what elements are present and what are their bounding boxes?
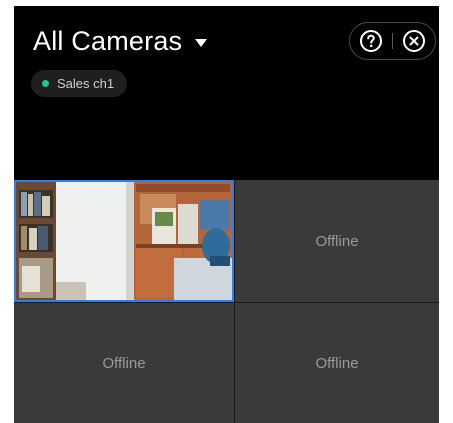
- page-title: All Cameras: [33, 26, 183, 56]
- camera-tile-4[interactable]: Offline: [235, 303, 439, 423]
- camera-group-dropdown[interactable]: All Cameras: [33, 26, 208, 57]
- channel-chip[interactable]: Sales ch1: [31, 70, 128, 97]
- help-circle-icon: [360, 30, 382, 52]
- help-button[interactable]: [358, 28, 384, 54]
- header-actions: [349, 22, 436, 60]
- caret-down-icon: [195, 38, 208, 47]
- divider: [392, 33, 393, 49]
- camera-grid: Offline Offline Offline: [14, 180, 439, 423]
- offline-label: Offline: [315, 232, 359, 250]
- close-button[interactable]: [401, 28, 427, 54]
- camera-tile-2[interactable]: Offline: [235, 180, 439, 302]
- online-status-dot: [42, 80, 49, 87]
- close-circle-icon: [403, 30, 425, 52]
- camera-tile-1[interactable]: [14, 180, 234, 302]
- header: All Cameras Sales ch1: [14, 6, 439, 180]
- camera-tile-3[interactable]: Offline: [14, 303, 234, 423]
- camera-live-feed: [16, 182, 232, 300]
- offline-label: Offline: [315, 354, 359, 372]
- camera-viewer: All Cameras Sales ch1 Offline Offline Of…: [14, 6, 439, 423]
- offline-label: Offline: [102, 354, 146, 372]
- channel-label: Sales ch1: [57, 76, 115, 91]
